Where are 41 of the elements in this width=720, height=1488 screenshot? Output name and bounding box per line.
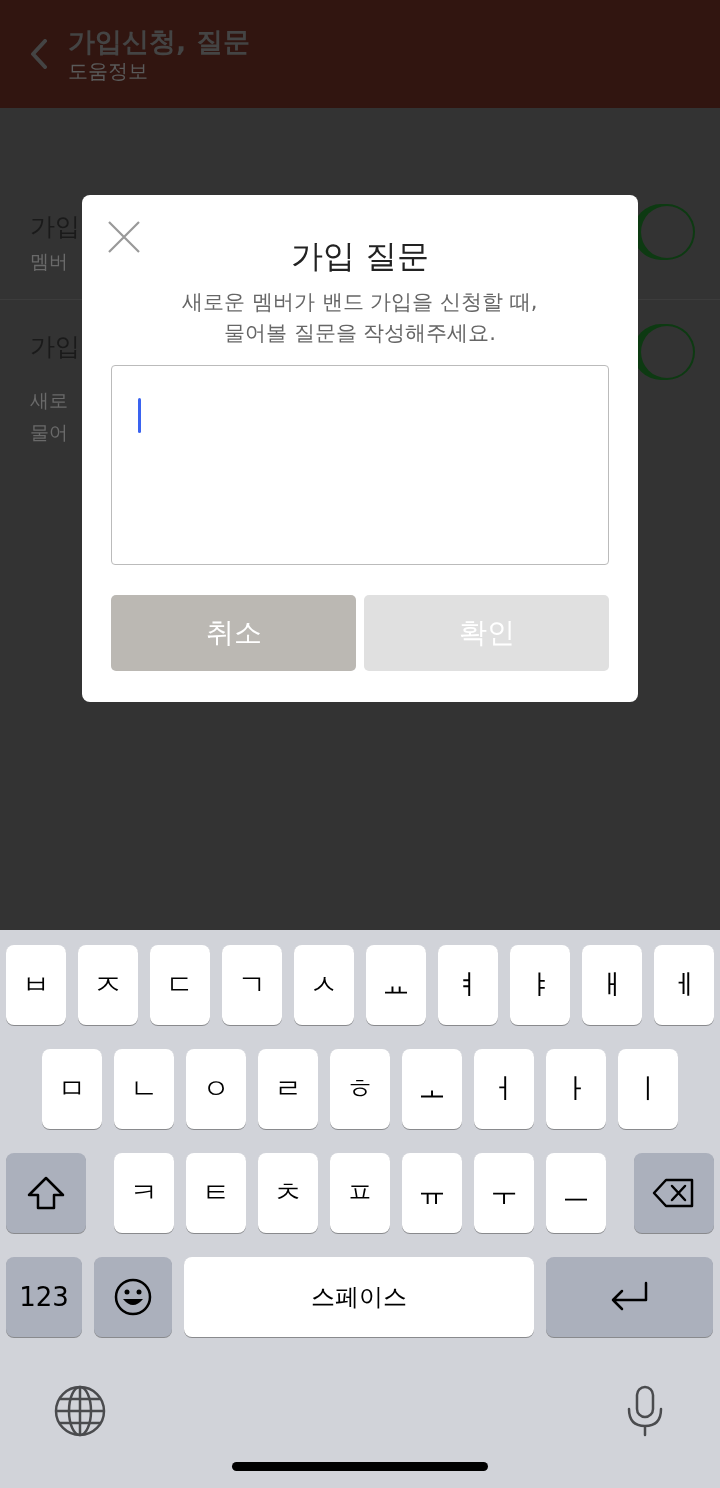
shift-icon	[26, 1175, 66, 1211]
backspace-icon	[652, 1177, 696, 1209]
key[interactable]: ㅌ	[186, 1153, 246, 1233]
key[interactable]: ㅡ	[546, 1153, 606, 1233]
key[interactable]: ㅁ	[42, 1049, 102, 1129]
key[interactable]: ㅠ	[402, 1153, 462, 1233]
key[interactable]: ㅈ	[78, 945, 138, 1025]
globe-icon[interactable]	[54, 1385, 106, 1437]
dialog-title: 가입 질문	[290, 236, 430, 277]
key[interactable]: ㅗ	[402, 1049, 462, 1129]
key[interactable]: ㄷ	[150, 945, 210, 1025]
key[interactable]: ㅣ	[618, 1049, 678, 1129]
key[interactable]: ㅎ	[330, 1049, 390, 1129]
key[interactable]: ㅍ	[330, 1153, 390, 1233]
key[interactable]: ㅑ	[510, 945, 570, 1025]
key[interactable]: ㅜ	[474, 1153, 534, 1233]
key[interactable]: ㅐ	[582, 945, 642, 1025]
page-subtitle: 도움정보	[68, 59, 149, 83]
key[interactable]: ㅕ	[438, 945, 498, 1025]
key[interactable]: ㅛ	[366, 945, 426, 1025]
key[interactable]: ㅂ	[6, 945, 66, 1025]
close-icon[interactable]	[108, 221, 140, 253]
key[interactable]: ㅔ	[654, 945, 714, 1025]
key[interactable]: ㅓ	[474, 1049, 534, 1129]
key[interactable]: ㅏ	[546, 1049, 606, 1129]
numbers-key[interactable]: 123	[6, 1257, 82, 1337]
space-key[interactable]: 스페이스	[184, 1257, 534, 1337]
key[interactable]: ㅊ	[258, 1153, 318, 1233]
key[interactable]: ㄹ	[258, 1049, 318, 1129]
microphone-icon[interactable]	[626, 1385, 664, 1437]
key[interactable]: ㄴ	[114, 1049, 174, 1129]
key[interactable]: ㄱ	[222, 945, 282, 1025]
dialog-message: 새로운 멤버가 밴드 가입을 신청할 때, 물어볼 질문을 작성해주세요.	[182, 289, 538, 347]
shift-key[interactable]	[6, 1153, 86, 1233]
key[interactable]: ㅅ	[294, 945, 354, 1025]
key[interactable]: ㅇ	[186, 1049, 246, 1129]
question-field[interactable]	[111, 365, 609, 565]
backspace-key[interactable]	[634, 1153, 714, 1233]
key[interactable]: ㅋ	[114, 1153, 174, 1233]
emoji-icon	[113, 1277, 153, 1317]
emoji-key[interactable]	[94, 1257, 172, 1337]
